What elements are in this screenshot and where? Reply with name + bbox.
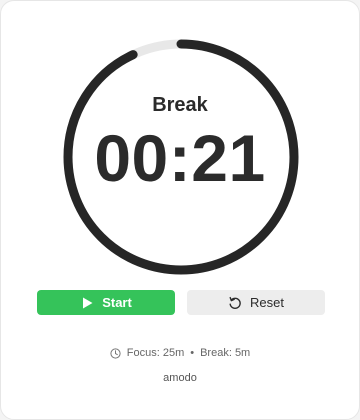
reset-button[interactable]: Reset: [187, 290, 325, 315]
clock-icon: [110, 347, 121, 359]
timer-card: Break 00:21 Start Reset Focus: 25m • Bre…: [0, 0, 360, 420]
timer-display: 00:21: [94, 121, 266, 195]
reset-button-label: Reset: [250, 295, 284, 310]
start-button-label: Start: [102, 295, 132, 310]
play-icon: [80, 296, 94, 310]
reset-icon: [228, 296, 242, 310]
settings-separator: •: [190, 347, 195, 359]
start-button[interactable]: Start: [37, 290, 175, 315]
break-duration: Break: 5m: [200, 347, 251, 359]
settings-summary: Focus: 25m • Break: 5m: [1, 347, 359, 359]
brand-label: amodo: [163, 372, 197, 384]
timer-mode-label: Break: [152, 94, 208, 116]
focus-duration: Focus: 25m: [126, 347, 185, 359]
